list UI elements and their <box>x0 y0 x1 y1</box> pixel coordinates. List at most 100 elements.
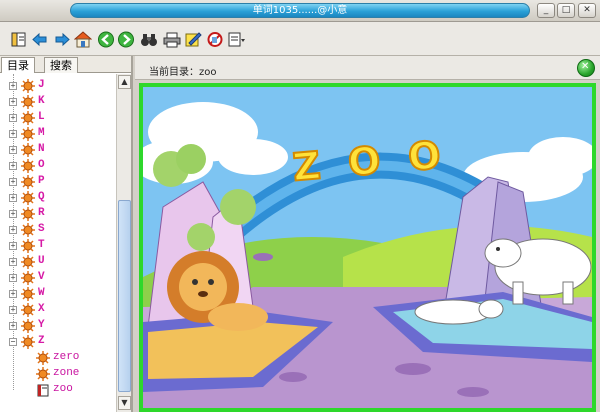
tree-node-v[interactable]: + V <box>0 270 116 286</box>
scroll-up-button[interactable]: ▲ <box>118 75 131 89</box>
options-icon[interactable] <box>184 31 202 48</box>
tree-node-label: K <box>38 95 45 107</box>
expand-toggle[interactable]: + <box>9 114 17 122</box>
maximize-button[interactable]: □ <box>557 3 575 18</box>
tree-node-j[interactable]: + J <box>0 78 116 94</box>
expand-toggle[interactable]: + <box>9 162 17 170</box>
expand-toggle[interactable]: + <box>9 194 17 202</box>
sun-icon <box>36 367 50 381</box>
sun-icon <box>21 287 35 301</box>
tree-node-r[interactable]: + R <box>0 206 116 222</box>
sun-icon <box>21 255 35 269</box>
sun-icon <box>21 239 35 253</box>
expand-toggle[interactable]: + <box>9 322 17 330</box>
tree-node-label: R <box>38 207 45 219</box>
book-icon <box>36 383 50 397</box>
tree-leaf-label: zoo <box>53 383 73 395</box>
tree-node-label: X <box>38 303 45 315</box>
expand-toggle[interactable]: + <box>9 178 17 186</box>
content-panel: 当前目录：zoo ZOO <box>135 56 600 412</box>
stop-icon[interactable] <box>206 31 224 48</box>
tree-node-z[interactable]: − Z <box>0 334 116 350</box>
tree-node-label: J <box>38 79 45 91</box>
next-green-icon[interactable] <box>117 31 135 48</box>
tree-node-label: P <box>38 175 45 187</box>
tree-leaf-zero[interactable]: zero <box>0 350 116 366</box>
tree-node-n[interactable]: + N <box>0 142 116 158</box>
home-icon[interactable] <box>74 31 92 48</box>
previous-green-icon[interactable] <box>97 31 115 48</box>
tree-node-t[interactable]: + T <box>0 238 116 254</box>
sun-icon <box>21 95 35 109</box>
sun-icon <box>21 271 35 285</box>
sun-icon <box>21 79 35 93</box>
tab-search[interactable]: 搜索 <box>44 57 78 73</box>
tree-node-label: S <box>38 223 45 235</box>
sun-icon <box>21 191 35 205</box>
tree-node-x[interactable]: + X <box>0 302 116 318</box>
tree-leaf-zoo[interactable]: zoo <box>0 382 116 398</box>
close-button[interactable]: ✕ <box>578 3 596 18</box>
tab-contents[interactable]: 目录 <box>1 57 35 73</box>
sun-icon <box>21 111 35 125</box>
tree-node-q[interactable]: + Q <box>0 190 116 206</box>
sun-icon <box>21 127 35 141</box>
sun-icon <box>21 159 35 173</box>
sun-icon <box>21 175 35 189</box>
tree-node-label: L <box>38 111 45 123</box>
close-content-button[interactable] <box>577 59 595 77</box>
menu-dropdown-icon[interactable] <box>228 31 246 48</box>
tree-node-u[interactable]: + U <box>0 254 116 270</box>
tree-node-o[interactable]: + O <box>0 158 116 174</box>
scroll-down-button[interactable]: ▼ <box>118 396 131 410</box>
zoo-illustration: ZOO <box>143 87 592 408</box>
toolbar <box>0 22 600 56</box>
tree-node-l[interactable]: + L <box>0 110 116 126</box>
expand-toggle[interactable]: + <box>9 258 17 266</box>
tree-node-label: Q <box>38 191 45 203</box>
tree-node-label: Y <box>38 319 45 331</box>
find-binoculars-icon[interactable] <box>140 31 158 48</box>
expand-toggle[interactable]: + <box>9 306 17 314</box>
contents-icon[interactable] <box>10 31 28 48</box>
expand-toggle[interactable]: + <box>9 210 17 218</box>
tree-leaf-zone[interactable]: zone <box>0 366 116 382</box>
current-directory-label: 当前目录：zoo <box>149 67 217 78</box>
tree-node-label: M <box>38 127 45 139</box>
expand-toggle[interactable]: + <box>9 130 17 138</box>
expand-toggle[interactable]: + <box>9 98 17 106</box>
expand-toggle[interactable]: + <box>9 146 17 154</box>
tree-node-p[interactable]: + P <box>0 174 116 190</box>
forward-arrow-icon[interactable] <box>53 31 71 48</box>
expand-toggle[interactable]: + <box>9 274 17 282</box>
back-arrow-icon[interactable] <box>31 31 49 48</box>
minimize-button[interactable]: _ <box>537 3 555 18</box>
expand-toggle[interactable]: + <box>9 226 17 234</box>
tree-node-m[interactable]: + M <box>0 126 116 142</box>
sun-icon <box>21 143 35 157</box>
path-bar: 当前目录：zoo <box>135 56 600 80</box>
tree-node-k[interactable]: + K <box>0 94 116 110</box>
expand-toggle[interactable]: − <box>9 338 17 346</box>
tree-node-label: O <box>38 159 45 171</box>
picture-frame: ZOO <box>139 83 596 412</box>
scroll-thumb[interactable] <box>118 200 131 392</box>
sun-icon <box>36 351 50 365</box>
tree-node-label: V <box>38 271 45 283</box>
sun-icon <box>21 319 35 333</box>
tree-node-w[interactable]: + W <box>0 286 116 302</box>
expand-toggle[interactable]: + <box>9 82 17 90</box>
sun-icon <box>21 303 35 317</box>
tree-node-label: T <box>38 239 45 251</box>
tree-node-label: Z <box>38 335 45 347</box>
tree-node-y[interactable]: + Y <box>0 318 116 334</box>
sidebar-panel: 目录 搜索 + J + K + L + M + N + O + P + Q + R + S + T + U + V + W + X + Y − Z… <box>0 56 133 412</box>
tree-node-label: U <box>38 255 45 267</box>
expand-toggle[interactable]: + <box>9 290 17 298</box>
tree-scrollbar[interactable]: ▲ ▼ <box>116 74 131 412</box>
print-icon[interactable] <box>163 31 181 48</box>
tree-leaf-label: zone <box>53 367 80 379</box>
sun-icon <box>21 223 35 237</box>
expand-toggle[interactable]: + <box>9 242 17 250</box>
tree-node-s[interactable]: + S <box>0 222 116 238</box>
